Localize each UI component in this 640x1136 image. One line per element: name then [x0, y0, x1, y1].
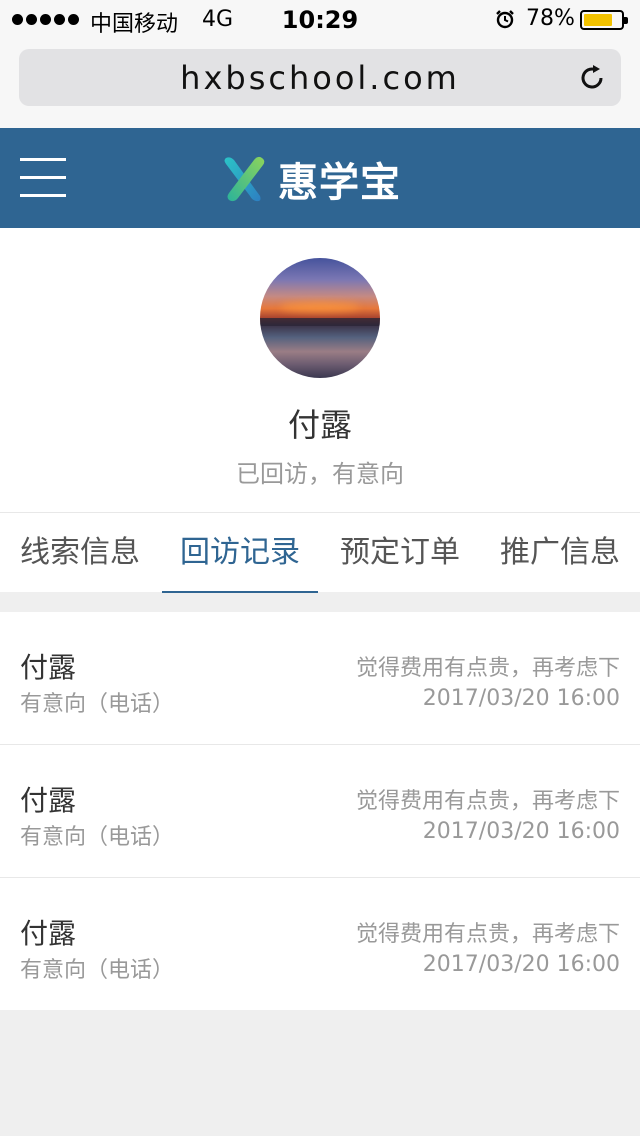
status-bar: 中国移动 4G 10:29 78%	[0, 0, 640, 40]
address-bar[interactable]: hxbschool.com	[19, 49, 621, 106]
record-type: 有意向（电话）	[20, 958, 175, 983]
record-time: 2017/03/20 16:00	[422, 686, 620, 711]
battery-percent: 78%	[526, 6, 575, 31]
record-time: 2017/03/20 16:00	[422, 819, 620, 844]
record-note: 觉得费用有点贵，再考虑下	[355, 656, 620, 681]
list-item[interactable]: 付露 有意向（电话） 觉得费用有点贵，再考虑下 2017/03/20 16:00	[0, 612, 640, 745]
app-header: 惠学宝	[0, 128, 640, 228]
alarm-clock-icon	[496, 10, 514, 29]
record-name: 付露	[20, 917, 77, 950]
tab-promotion-info[interactable]: 推广信息	[480, 513, 640, 593]
record-time: 2017/03/20 16:00	[422, 952, 620, 977]
record-note: 觉得费用有点贵，再考虑下	[355, 789, 620, 814]
tab-bar: 线索信息 回访记录 预定订单 推广信息	[0, 512, 640, 593]
reload-icon[interactable]	[577, 63, 607, 93]
tab-reserved-orders[interactable]: 预定订单	[320, 513, 480, 593]
app-logo: 惠学宝	[220, 152, 401, 206]
hamburger-menu-icon[interactable]	[20, 158, 66, 198]
battery-icon	[580, 10, 628, 30]
list-item[interactable]: 付露 有意向（电话） 觉得费用有点贵，再考虑下 2017/03/20 16:00	[0, 745, 640, 878]
list-item[interactable]: 付露 有意向（电话） 觉得费用有点贵，再考虑下 2017/03/20 16:00	[0, 878, 640, 1010]
url-text: hxbschool.com	[180, 59, 460, 97]
logo-x-icon	[224, 156, 265, 202]
tab-visit-records[interactable]: 回访记录	[160, 513, 320, 593]
visit-record-list: 付露 有意向（电话） 觉得费用有点贵，再考虑下 2017/03/20 16:00…	[0, 612, 640, 1010]
profile-name: 付露	[287, 406, 352, 444]
avatar[interactable]	[260, 258, 380, 378]
profile-card: 付露 已回访，有意向	[0, 228, 640, 512]
record-name: 付露	[20, 784, 77, 817]
record-type: 有意向（电话）	[20, 692, 175, 717]
browser-chrome: 中国移动 4G 10:29 78% hxbschool.com	[0, 0, 640, 128]
battery-fill	[584, 14, 612, 26]
record-type: 有意向（电话）	[20, 825, 175, 850]
tab-lead-info[interactable]: 线索信息	[0, 513, 160, 593]
screen: 中国移动 4G 10:29 78% hxbschool.com 惠学宝 付露 已…	[0, 0, 640, 1136]
record-note: 觉得费用有点贵，再考虑下	[355, 922, 620, 947]
logo-text: 惠学宝	[278, 160, 401, 206]
record-name: 付露	[20, 651, 77, 684]
profile-status: 已回访，有意向	[236, 460, 404, 488]
